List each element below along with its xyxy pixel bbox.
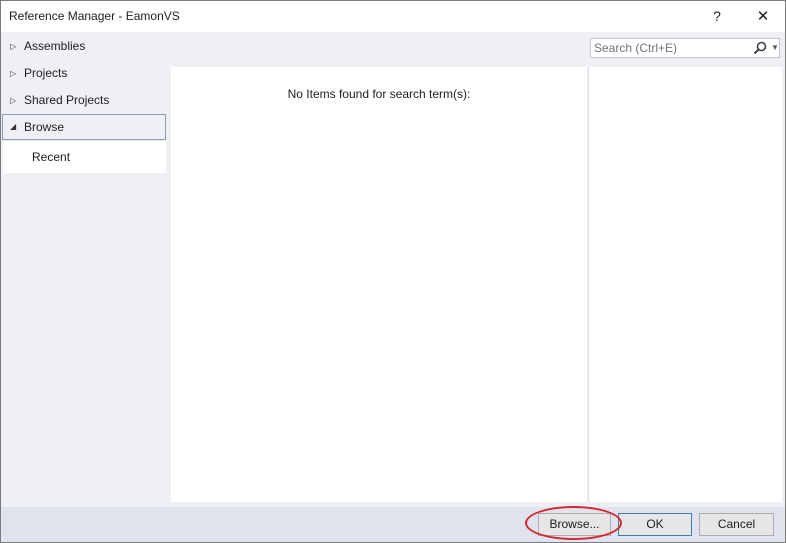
sidebar-item-shared-projects[interactable]: ▷ Shared Projects	[2, 88, 166, 113]
expand-arrow-icon: ▷	[10, 69, 17, 78]
close-button[interactable]: ✕	[743, 1, 783, 32]
sidebar-item-label: Browse	[24, 120, 65, 134]
sidebar-item-assemblies[interactable]: ▷ Assemblies	[2, 34, 166, 59]
search-icon[interactable]	[753, 41, 767, 55]
sidebar-item-browse[interactable]: ◢ Browse	[2, 114, 166, 140]
ok-button[interactable]: OK	[618, 513, 692, 536]
results-list: No Items found for search term(s):	[171, 67, 587, 502]
expand-arrow-icon: ▷	[10, 42, 17, 51]
dialog-footer: Browse... OK Cancel	[1, 507, 785, 542]
window-title: Reference Manager - EamonVS	[9, 9, 180, 23]
details-pane	[588, 67, 782, 502]
sidebar-item-label: Shared Projects	[24, 93, 110, 107]
sidebar: ▷ Assemblies ▷ Projects ▷ Shared Project…	[1, 33, 167, 507]
sidebar-item-projects[interactable]: ▷ Projects	[2, 61, 166, 86]
highlight-ellipse	[525, 506, 622, 540]
reference-manager-dialog: Reference Manager - EamonVS ? ✕ ▷ Assemb…	[0, 0, 786, 543]
search-box: ▼	[590, 38, 780, 58]
cancel-button[interactable]: Cancel	[699, 513, 774, 536]
sidebar-subitem-label: Recent	[32, 150, 71, 164]
sidebar-item-label: Assemblies	[24, 39, 86, 53]
expand-arrow-icon: ▷	[10, 96, 17, 105]
empty-results-message: No Items found for search term(s):	[287, 87, 471, 101]
sidebar-subitem-recent[interactable]: Recent	[3, 141, 166, 173]
sidebar-item-label: Projects	[24, 66, 68, 80]
title-bar: Reference Manager - EamonVS ? ✕	[1, 1, 785, 32]
collapse-arrow-icon: ◢	[10, 122, 17, 131]
search-input[interactable]	[594, 40, 744, 56]
search-options-dropdown-icon[interactable]: ▼	[771, 43, 779, 52]
help-button[interactable]: ?	[697, 1, 737, 32]
